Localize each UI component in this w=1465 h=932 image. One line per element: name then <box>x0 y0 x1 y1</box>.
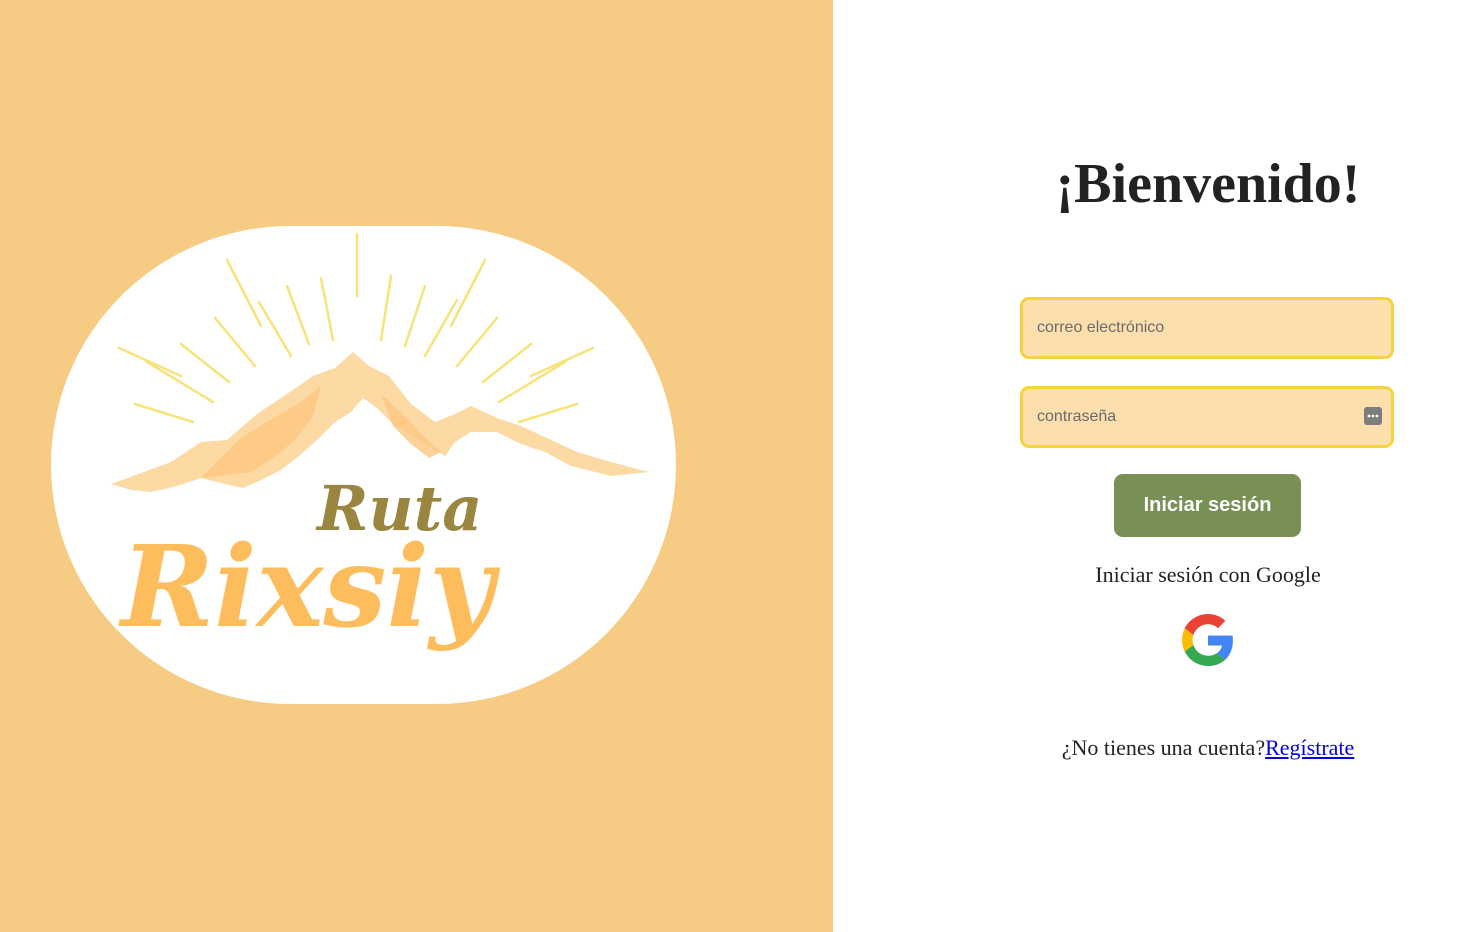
password-manager-icon[interactable] <box>1364 407 1382 425</box>
signup-prompt-line: ¿No tienes una cuenta?Regístrate <box>833 735 1465 761</box>
signup-prompt: ¿No tienes una cuenta? <box>1061 735 1266 760</box>
email-field[interactable] <box>1023 300 1391 356</box>
logo-text-rixsiy: Rixsiy <box>118 522 501 653</box>
google-login-label: Iniciar sesión con Google <box>1095 562 1321 587</box>
logo: Ruta Rixsiy <box>51 226 676 704</box>
brand-panel: Ruta Rixsiy <box>0 0 833 932</box>
email-field-wrapper <box>1020 297 1394 359</box>
login-button[interactable]: Iniciar sesión <box>1114 474 1301 537</box>
password-field[interactable] <box>1023 389 1391 445</box>
signup-link[interactable]: Regístrate <box>1265 735 1354 760</box>
password-field-wrapper <box>1020 386 1394 448</box>
mountain-sun-illustration: Ruta Rixsiy <box>111 232 649 653</box>
google-icon[interactable] <box>1182 614 1234 666</box>
login-panel: ¡Bienvenido! Iniciar sesión Iniciar sesi… <box>833 0 1465 932</box>
page-title: ¡Bienvenido! <box>1055 153 1361 215</box>
